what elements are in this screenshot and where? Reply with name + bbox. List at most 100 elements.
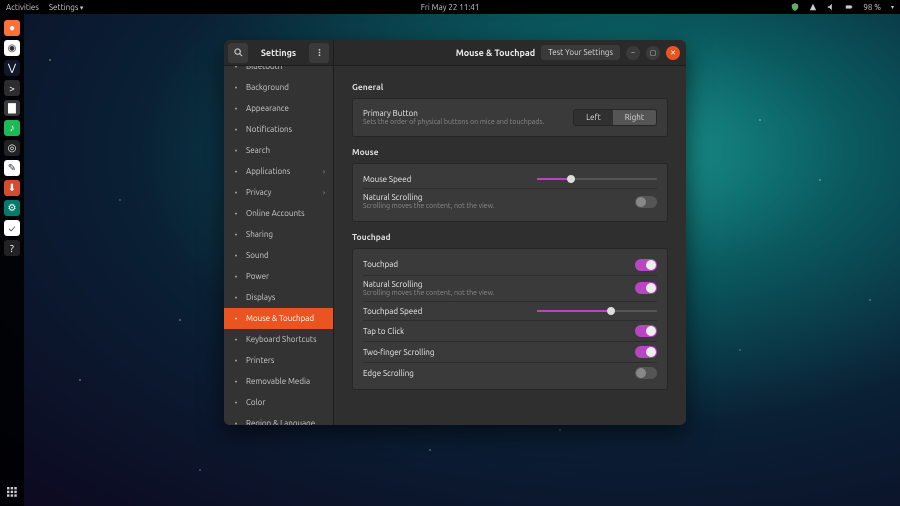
- section-mouse-title: Mouse: [352, 147, 668, 157]
- sidebar-item-notifications[interactable]: •Notifications: [224, 119, 333, 140]
- settings-window: Settings Mouse & Touchpad Test Your Sett…: [224, 40, 686, 425]
- top-bar: Activities Settings Fri May 22 11:41 98 …: [0, 0, 900, 14]
- sidebar-item-label: Removable Media: [246, 377, 310, 386]
- settings-sidebar: •Bluetooth•Background•Appearance•Notific…: [224, 66, 334, 425]
- sidebar-item-printers[interactable]: •Printers: [224, 350, 333, 371]
- dock: ● ◉ ⋁ > ▇ ♪ ◎ ✎ ⬇ ⚙ ✓?: [0, 14, 24, 506]
- shield-icon: [791, 3, 799, 11]
- minimize-button[interactable]: –: [626, 46, 640, 60]
- dock-app-files[interactable]: ▇: [4, 100, 20, 116]
- sidebar-item-label: Printers: [246, 356, 274, 365]
- mouse-natural-scroll-desc: Scrolling moves the content, not the vie…: [363, 202, 635, 210]
- titlebar: Settings Mouse & Touchpad Test Your Sett…: [224, 40, 686, 66]
- sidebar-item-icon: •: [232, 273, 240, 281]
- maximize-button[interactable]: ▢: [646, 46, 660, 60]
- primary-button-left[interactable]: Left: [574, 110, 613, 125]
- sidebar-item-icon: •: [232, 378, 240, 386]
- sidebar-item-label: Keyboard Shortcuts: [246, 335, 317, 344]
- chevron-right-icon: ›: [323, 168, 325, 176]
- dock-app-firefox[interactable]: ●: [4, 20, 20, 36]
- sidebar-item-search[interactable]: • Search: [224, 140, 333, 161]
- mouse-speed-slider[interactable]: [537, 174, 657, 184]
- primary-button-desc: Sets the order of physical buttons on mi…: [363, 118, 573, 126]
- mouse-natural-scroll-toggle[interactable]: [635, 196, 657, 208]
- touchpad-label: Touchpad: [363, 260, 635, 269]
- close-button[interactable]: ✕: [666, 46, 680, 60]
- dock-app-text-editor[interactable]: ✎: [4, 160, 20, 176]
- network-icon[interactable]: [809, 3, 817, 11]
- sidebar-item-label: Mouse & Touchpad: [246, 314, 314, 323]
- sidebar-item-privacy[interactable]: •Privacy›: [224, 182, 333, 203]
- sidebar-item-sharing[interactable]: • Sharing: [224, 224, 333, 245]
- two-finger-scroll-toggle[interactable]: [635, 346, 657, 358]
- sidebar-item-label: Applications: [246, 167, 290, 176]
- sidebar-item-bluetooth[interactable]: •Bluetooth: [224, 66, 333, 77]
- section-touchpad-title: Touchpad: [352, 232, 668, 242]
- sidebar-item-mouse-touchpad[interactable]: • Mouse & Touchpad: [224, 308, 333, 329]
- pane-title: Mouse & Touchpad: [456, 48, 535, 58]
- activities-button[interactable]: Activities: [6, 3, 39, 12]
- sidebar-item-power[interactable]: •Power: [224, 266, 333, 287]
- tap-to-click-toggle[interactable]: [635, 325, 657, 337]
- app-menu[interactable]: Settings: [49, 3, 84, 12]
- sidebar-item-background[interactable]: • Background: [224, 77, 333, 98]
- sidebar-item-color[interactable]: • Color: [224, 392, 333, 413]
- sidebar-item-keyboard-shortcuts[interactable]: • Keyboard Shortcuts: [224, 329, 333, 350]
- sidebar-item-displays[interactable]: • Displays: [224, 287, 333, 308]
- dock-app-terminal[interactable]: >: [4, 80, 20, 96]
- hamburger-menu-button[interactable]: [309, 43, 329, 63]
- sidebar-item-icon: •: [232, 336, 240, 344]
- dock-app-obs[interactable]: ◎: [4, 140, 20, 156]
- edge-scroll-toggle[interactable]: [635, 367, 657, 379]
- volume-icon[interactable]: [827, 3, 835, 11]
- sidebar-item-label: Bluetooth: [246, 66, 282, 71]
- sidebar-item-label: Online Accounts: [246, 209, 305, 218]
- touchpad-speed-label: Touchpad Speed: [363, 307, 537, 316]
- sidebar-item-label: Sharing: [246, 230, 273, 239]
- show-applications-button[interactable]: [4, 484, 20, 500]
- dock-app-spotify[interactable]: ♪: [4, 120, 20, 136]
- dock-app-software[interactable]: ⬇: [4, 180, 20, 196]
- sidebar-item-icon: •: [232, 210, 240, 218]
- clock[interactable]: Fri May 22 11:41: [421, 3, 480, 12]
- sidebar-item-label: Displays: [246, 293, 275, 302]
- system-menu-chevron-icon[interactable]: ▾: [891, 4, 894, 11]
- dock-app-chrome[interactable]: ◉: [4, 40, 20, 56]
- test-settings-button[interactable]: Test Your Settings: [541, 45, 620, 60]
- sidebar-item-label: Notifications: [246, 125, 292, 134]
- sidebar-item-icon: •: [232, 147, 240, 155]
- mouse-speed-label: Mouse Speed: [363, 175, 537, 184]
- sidebar-item-icon: •: [232, 231, 240, 239]
- search-button[interactable]: [228, 43, 248, 63]
- battery-percent: 98 %: [863, 3, 881, 12]
- section-general-title: General: [352, 82, 668, 92]
- dock-app-help[interactable]: ?: [4, 240, 20, 256]
- two-finger-scroll-label: Two-finger Scrolling: [363, 348, 635, 357]
- primary-button-right[interactable]: Right: [613, 110, 656, 125]
- sidebar-item-online-accounts[interactable]: • Online Accounts: [224, 203, 333, 224]
- sidebar-item-label: Sound: [246, 251, 269, 260]
- touchpad-toggle[interactable]: [635, 259, 657, 271]
- sidebar-item-label: Search: [246, 146, 270, 155]
- sidebar-item-removable-media[interactable]: • Removable Media: [224, 371, 333, 392]
- sidebar-item-icon: •: [232, 315, 240, 323]
- sidebar-item-region-language[interactable]: •Region & Language: [224, 413, 333, 425]
- sidebar-item-label: Color: [246, 398, 265, 407]
- sidebar-item-icon: •: [232, 84, 240, 92]
- sidebar-item-icon: •: [232, 399, 240, 407]
- sidebar-item-appearance[interactable]: •Appearance: [224, 98, 333, 119]
- settings-content: General Primary Button Sets the order of…: [334, 66, 686, 425]
- touchpad-speed-slider[interactable]: [537, 306, 657, 316]
- dock-app-todo[interactable]: ✓: [4, 220, 20, 236]
- sidebar-item-sound[interactable]: •Sound: [224, 245, 333, 266]
- sidebar-item-icon: •: [232, 294, 240, 302]
- sidebar-item-applications[interactable]: • Applications ›: [224, 161, 333, 182]
- dock-app-settings[interactable]: ⚙: [4, 200, 20, 216]
- touchpad-natural-scroll-toggle[interactable]: [635, 282, 657, 294]
- primary-button-segment: Left Right: [573, 109, 657, 126]
- battery-icon[interactable]: [845, 3, 853, 11]
- dock-app-vscode[interactable]: ⋁: [4, 60, 20, 76]
- sidebar-item-label: Background: [246, 83, 289, 92]
- sidebar-item-icon: •: [232, 168, 240, 176]
- touchpad-natural-scroll-desc: Scrolling moves the content, not the vie…: [363, 289, 635, 297]
